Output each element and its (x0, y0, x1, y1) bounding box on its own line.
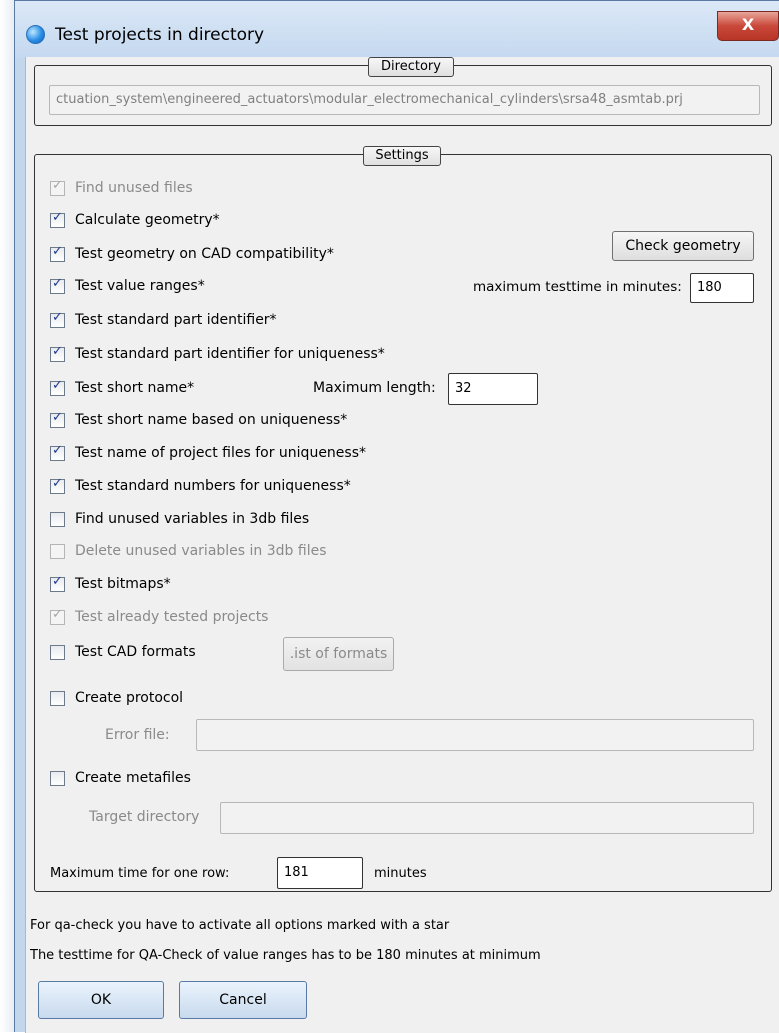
option-find-unused-variables[interactable]: Find unused variables in 3db files (50, 508, 309, 530)
option-delete-unused-variables[interactable]: Delete unused variables in 3db files (50, 540, 327, 562)
list-of-formats-button[interactable]: .ist of formats (283, 637, 394, 671)
option-label: Calculate geometry* (75, 212, 220, 228)
testtime-note: The testtime for QA-Check of value range… (30, 948, 541, 963)
max-testtime-input[interactable]: 180 (690, 273, 754, 303)
checkbox[interactable] (50, 770, 65, 786)
option-label: Test CAD formats (75, 644, 196, 660)
checkbox[interactable] (50, 690, 65, 706)
check-icon: ✓ (52, 475, 63, 491)
option-test-already-tested[interactable]: ✓ Test already tested projects (50, 606, 268, 628)
close-button[interactable]: X (717, 11, 779, 41)
option-calculate-geometry[interactable]: ✓ Calculate geometry* (50, 209, 220, 231)
option-label: Test standard part identifier for unique… (75, 346, 385, 362)
option-label: Test standard numbers for uniqueness* (75, 478, 351, 494)
option-test-short-name-uniqueness[interactable]: ✓ Test short name based on uniqueness* (50, 409, 347, 431)
window-title: Test projects in directory (55, 25, 265, 45)
qa-check-note: For qa-check you have to activate all op… (30, 918, 450, 933)
check-icon: ✓ (52, 209, 63, 225)
checkbox[interactable]: ✓ (50, 177, 65, 196)
dialog-client-area: Directory ctuation_system\engineered_act… (25, 57, 779, 1033)
max-length-label: Maximum length: (313, 380, 436, 396)
max-time-row-label: Maximum time for one row: (50, 866, 230, 881)
option-test-bitmaps[interactable]: ✓ Test bitmaps* (50, 573, 171, 595)
directory-legend: Directory (368, 57, 454, 77)
option-find-unused-files[interactable]: ✓ Find unused files (50, 177, 193, 199)
option-test-standard-numbers[interactable]: ✓ Test standard numbers for uniqueness* (50, 475, 351, 497)
checkbox[interactable]: ✓ (50, 409, 65, 428)
option-test-geometry-cad[interactable]: ✓ Test geometry on CAD compatibility* (50, 243, 334, 265)
error-file-label: Error file: (105, 727, 170, 743)
check-icon: ✓ (52, 377, 63, 393)
option-test-cad-formats[interactable]: Test CAD formats (50, 641, 196, 663)
option-label: Test short name based on uniqueness* (75, 412, 348, 428)
checkbox[interactable]: ✓ (50, 573, 65, 592)
option-create-protocol[interactable]: Create protocol (50, 687, 183, 709)
option-label: Delete unused variables in 3db files (75, 543, 327, 559)
check-icon: ✓ (52, 177, 63, 193)
checkbox[interactable]: ✓ (50, 209, 65, 228)
checkbox[interactable]: ✓ (50, 343, 65, 362)
option-test-value-ranges[interactable]: ✓ Test value ranges* (50, 275, 205, 297)
max-length-input[interactable]: 32 (448, 373, 538, 405)
checkbox[interactable]: ✓ (50, 377, 65, 396)
checkbox[interactable]: ✓ (50, 309, 65, 328)
option-create-metafiles[interactable]: Create metafiles (50, 767, 191, 789)
checkbox[interactable]: ✓ (50, 475, 65, 494)
option-label: Test bitmaps* (75, 576, 171, 592)
check-icon: ✓ (52, 275, 63, 291)
max-time-row-input[interactable]: 181 (277, 857, 363, 889)
target-directory-label: Target directory (89, 809, 200, 825)
check-icon: ✓ (52, 606, 63, 622)
app-globe-icon (26, 25, 45, 44)
option-label: Test short name* (75, 380, 195, 396)
option-label: Test geometry on CAD compatibility* (75, 246, 334, 262)
option-label: Create metafiles (75, 770, 191, 786)
option-test-short-name[interactable]: ✓ Test short name* (50, 377, 194, 399)
check-geometry-button[interactable]: Check geometry (612, 231, 754, 261)
checkbox[interactable]: ✓ (50, 275, 65, 294)
option-test-project-file-names[interactable]: ✓ Test name of project files for uniquen… (50, 442, 366, 464)
checkbox[interactable] (50, 543, 65, 559)
checkbox[interactable] (50, 511, 65, 527)
checkbox[interactable]: ✓ (50, 442, 65, 461)
option-test-standard-part-id-uniqueness[interactable]: ✓ Test standard part identifier for uniq… (50, 343, 385, 365)
directory-group: Directory ctuation_system\engineered_act… (34, 57, 772, 126)
title-bar[interactable]: Test projects in directory X (15, 1, 779, 59)
option-label: Find unused variables in 3db files (75, 511, 310, 527)
check-icon: ✓ (52, 442, 63, 458)
error-file-input[interactable] (196, 719, 754, 751)
settings-legend: Settings (363, 146, 441, 166)
check-icon: ✓ (52, 343, 63, 359)
check-icon: ✓ (52, 409, 63, 425)
option-test-standard-part-id[interactable]: ✓ Test standard part identifier* (50, 309, 277, 331)
checkbox[interactable] (50, 644, 65, 660)
option-label: Create protocol (75, 690, 184, 706)
option-label: Test name of project files for uniquenes… (75, 445, 367, 461)
cancel-button[interactable]: Cancel (179, 981, 307, 1019)
max-testtime-label: maximum testtime in minutes: (473, 279, 682, 295)
target-directory-input[interactable] (220, 802, 754, 834)
dialog-window: Test projects in directory X Directory c… (14, 0, 779, 1033)
check-icon: ✓ (52, 573, 63, 589)
option-label: Find unused files (75, 180, 193, 196)
option-label: Test value ranges* (75, 278, 205, 294)
check-icon: ✓ (52, 243, 63, 259)
background-window-edge (0, 0, 14, 1032)
minutes-label: minutes (374, 866, 427, 881)
ok-button[interactable]: OK (38, 981, 164, 1019)
checkbox[interactable]: ✓ (50, 243, 65, 262)
option-label: Test standard part identifier* (75, 312, 277, 328)
directory-path-field[interactable]: ctuation_system\engineered_actuators\mod… (49, 85, 760, 115)
checkbox[interactable]: ✓ (50, 606, 65, 625)
check-icon: ✓ (52, 309, 63, 325)
option-label: Test already tested projects (75, 609, 269, 625)
